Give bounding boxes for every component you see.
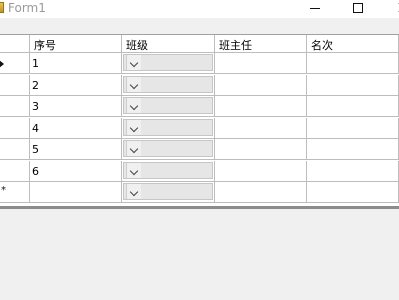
new-row-marker: * <box>1 185 6 196</box>
cell-teacher[interactable] <box>215 139 307 160</box>
cell-seq-text: 2 <box>32 78 39 92</box>
cell-seq[interactable]: 6 <box>30 160 122 182</box>
chevron-down-icon[interactable] <box>126 76 141 92</box>
cell-rank[interactable] <box>307 139 399 160</box>
row-header[interactable] <box>0 96 30 117</box>
chevron-down-icon[interactable] <box>126 119 141 135</box>
class-combobox[interactable] <box>123 97 213 114</box>
app-icon <box>0 2 4 13</box>
cell-seq[interactable] <box>30 182 122 203</box>
column-header-rank[interactable]: 名次 <box>307 35 399 53</box>
data-grid[interactable]: 序号 班级 班主任 名次 1 2 3 4 5 6 * <box>0 34 399 208</box>
close-button[interactable] <box>380 0 399 18</box>
class-combobox[interactable] <box>123 75 213 93</box>
minimize-button[interactable] <box>292 0 336 18</box>
cell-seq[interactable]: 3 <box>30 96 122 117</box>
cell-seq[interactable]: 5 <box>30 139 122 160</box>
cell-class[interactable] <box>122 160 215 182</box>
cell-rank[interactable] <box>307 160 399 182</box>
column-header-seq[interactable]: 序号 <box>30 35 122 53</box>
column-header-teacher[interactable]: 班主任 <box>215 35 307 53</box>
class-combobox[interactable] <box>123 161 213 179</box>
cell-teacher[interactable] <box>215 182 307 203</box>
row-header[interactable] <box>0 74 30 96</box>
cell-seq-text: 6 <box>32 164 39 178</box>
cell-class[interactable] <box>122 182 215 203</box>
cell-teacher[interactable] <box>215 53 307 74</box>
cell-teacher[interactable] <box>215 74 307 96</box>
cell-rank[interactable] <box>307 117 399 139</box>
row-header[interactable] <box>0 139 30 160</box>
chevron-down-icon[interactable] <box>126 98 141 113</box>
row-header[interactable] <box>0 160 30 182</box>
cell-teacher[interactable] <box>215 117 307 139</box>
row-header[interactable] <box>0 53 30 74</box>
form-window: Form1 序号 班级 班主任 名次 1 2 3 4 5 6 * <box>0 0 399 300</box>
top-left-header-cell[interactable] <box>0 35 30 53</box>
cell-seq-text: 5 <box>32 143 39 156</box>
maximize-button[interactable] <box>336 0 380 18</box>
new-row-header[interactable]: * <box>0 182 30 203</box>
cell-seq[interactable]: 4 <box>30 117 122 139</box>
class-combobox[interactable] <box>123 140 213 157</box>
chevron-down-icon[interactable] <box>126 141 141 156</box>
cell-seq[interactable]: 2 <box>30 74 122 96</box>
class-combobox[interactable] <box>123 183 213 200</box>
cell-rank[interactable] <box>307 96 399 117</box>
row-header[interactable] <box>0 117 30 139</box>
cell-seq-text: 1 <box>32 57 39 70</box>
cell-class[interactable] <box>122 74 215 96</box>
grid-scroll-edge <box>0 206 399 209</box>
cell-seq-text: 4 <box>32 121 39 135</box>
cell-teacher[interactable] <box>215 96 307 117</box>
cell-rank[interactable] <box>307 74 399 96</box>
window-title: Form1 <box>8 1 46 15</box>
cell-class[interactable] <box>122 117 215 139</box>
cell-seq[interactable]: 1 <box>30 53 122 74</box>
cell-teacher[interactable] <box>215 160 307 182</box>
class-combobox[interactable] <box>123 54 213 71</box>
cell-class[interactable] <box>122 53 215 74</box>
class-combobox[interactable] <box>123 118 213 136</box>
cell-seq-text: 3 <box>32 100 39 113</box>
cell-class[interactable] <box>122 139 215 160</box>
cell-class[interactable] <box>122 96 215 117</box>
current-row-arrow-icon <box>0 60 4 68</box>
chevron-down-icon[interactable] <box>126 184 141 199</box>
title-bar[interactable]: Form1 <box>0 0 399 18</box>
chevron-down-icon[interactable] <box>126 162 141 178</box>
cell-rank[interactable] <box>307 53 399 74</box>
cell-rank[interactable] <box>307 182 399 203</box>
column-header-class[interactable]: 班级 <box>122 35 215 53</box>
chevron-down-icon[interactable] <box>126 55 141 70</box>
